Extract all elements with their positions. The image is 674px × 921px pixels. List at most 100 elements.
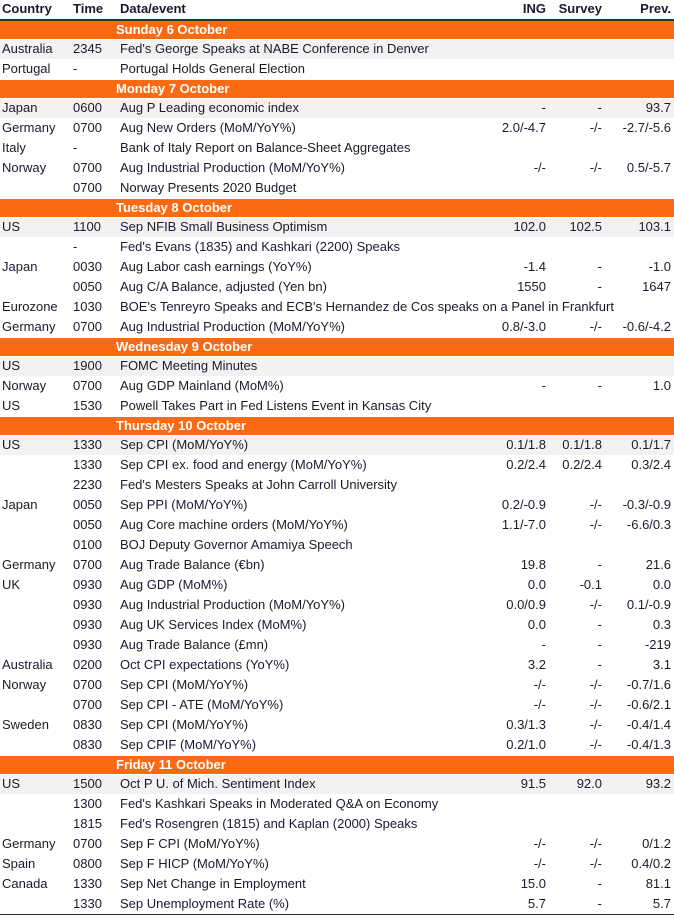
cell-ing: -/- [491,158,549,178]
cell-time: 1330 [72,435,116,455]
table-row: Japan 0050 Sep PPI (MoM/YoY%) 0.2/-0.9 -/- -0… [0,495,674,515]
cell-ing: - [491,376,549,396]
cell-country: Germany [0,317,72,337]
cell-time: 1300 [72,794,116,814]
cell-ing: 102.0 [491,217,549,237]
cell-event: Aug Labor cash earnings (YoY%) [116,257,491,277]
day-header-row: Friday 11 October [0,754,674,775]
table-row: Italy - Bank of Italy Report on Balance-Sh… [0,138,674,158]
cell-country: Norway [0,158,72,178]
cell-time: 1100 [72,217,116,237]
cell-survey: - [549,874,605,894]
cell-survey: -0.1 [549,575,605,595]
cell-ing: -/- [491,854,549,874]
cell-event: Fed's Evans (1835) and Kashkari (2200) S… [116,237,491,257]
cell-country: US [0,396,72,416]
cell-ing: 19.8 [491,555,549,575]
cell-country [0,695,72,715]
table-row: Portugal - Portugal Holds General Election [0,59,674,79]
table-row: UK 0930 Aug GDP (MoM%) 0.0 -0.1 0.0 [0,575,674,595]
cell-prev: -0.6/2.1 [605,695,674,715]
cell-survey [549,814,605,834]
cell-event: Sep CPI (MoM/YoY%) [116,715,491,735]
cell-time: 0930 [72,615,116,635]
cell-country: Australia [0,655,72,675]
cell-event: Norway Presents 2020 Budget [116,178,491,198]
cell-prev [605,297,674,317]
table-row: Germany 0700 Sep F CPI (MoM/YoY%) -/- -/- 0/1… [0,834,674,854]
cell-survey: 92.0 [549,774,605,794]
cell-prev [605,59,674,79]
table-row: 0830 Sep CPIF (MoM/YoY%) 0.2/1.0 -/- -0.4/1.… [0,735,674,755]
cell-event: BOJ Deputy Governor Amamiya Speech [116,535,491,555]
cell-prev: 0.0 [605,575,674,595]
cell-event: Aug UK Services Index (MoM%) [116,615,491,635]
cell-prev: 93.2 [605,774,674,794]
cell-country [0,735,72,755]
cell-time: 0700 [72,317,116,337]
cell-event: Fed's Mesters Speaks at John Carroll Uni… [116,475,491,495]
cell-event: Fed's George Speaks at NABE Conference i… [116,39,491,59]
cell-time: 0830 [72,735,116,755]
cell-prev [605,794,674,814]
cell-country [0,178,72,198]
cell-event: Aug Industrial Production (MoM/YoY%) [116,158,491,178]
table-row: US 1530 Powell Takes Part in Fed Listens E… [0,396,674,416]
cell-country: Italy [0,138,72,158]
cell-prev: 81.1 [605,874,674,894]
cell-time: 1330 [72,894,116,915]
cell-event: Powell Takes Part in Fed Listens Event i… [116,396,491,416]
cell-prev: 0.4/0.2 [605,854,674,874]
cell-time: 0800 [72,854,116,874]
cell-survey [549,475,605,495]
cell-ing: 0.1/1.8 [491,435,549,455]
cell-ing: -/- [491,675,549,695]
cell-time: 0700 [72,118,116,138]
cell-ing: - [491,98,549,118]
table-row: US 1500 Oct P U. of Mich. Sentiment Index 9… [0,774,674,794]
table-row: 1330 Sep CPI ex. food and energy (MoM/YoY… [0,455,674,475]
table-row: 0700 Sep CPI - ATE (MoM/YoY%) -/- -/- -0.6/2… [0,695,674,715]
cell-country: Norway [0,675,72,695]
cell-survey [549,356,605,376]
table-row: Canada 1330 Sep Net Change in Employment 15… [0,874,674,894]
cell-ing [491,356,549,376]
cell-ing: 0.3/1.3 [491,715,549,735]
table-row: 0930 Aug Trade Balance (£mn) - - -219 [0,635,674,655]
cell-time: 0930 [72,575,116,595]
column-header-ing: ING [491,0,549,21]
header-row: Country Time Data/event ING Survey Prev. [0,0,674,21]
day-header-bar: Tuesday 8 October [0,197,674,218]
cell-country: US [0,217,72,237]
table-header: Country Time Data/event ING Survey Prev. [0,0,674,21]
cell-event: Bank of Italy Report on Balance-Sheet Ag… [116,138,491,158]
cell-time: - [72,59,116,79]
cell-survey [549,59,605,79]
cell-survey: - [549,894,605,915]
cell-survey: - [549,376,605,396]
cell-ing: 1.1/-7.0 [491,515,549,535]
cell-survey: -/- [549,495,605,515]
table-row: 0050 Aug C/A Balance, adjusted (Yen bn) 15… [0,277,674,297]
cell-time: - [72,237,116,257]
cell-event: Aug GDP (MoM%) [116,575,491,595]
cell-time: 0930 [72,635,116,655]
cell-country: Eurozone [0,297,72,317]
cell-country: Germany [0,555,72,575]
cell-survey: -/- [549,735,605,755]
cell-prev: -0.7/1.6 [605,675,674,695]
day-header-bar: Friday 11 October [0,754,674,775]
table-row: 0100 BOJ Deputy Governor Amamiya Speech [0,535,674,555]
cell-survey: -/- [549,317,605,337]
cell-survey: -/- [549,675,605,695]
cell-event: Sep F HICP (MoM/YoY%) [116,854,491,874]
table-row: Germany 0700 Aug Trade Balance (€bn) 19.8-2… [0,555,674,575]
cell-survey [549,39,605,59]
cell-ing: 0.0 [491,575,549,595]
cell-time: 0930 [72,595,116,615]
cell-country [0,814,72,834]
table-row: 0700 Norway Presents 2020 Budget [0,178,674,198]
cell-survey [549,178,605,198]
table-row: Germany 0700 Aug Industrial Production (Mo… [0,317,674,337]
table-row: Norway 0700 Aug GDP Mainland (MoM%) - -1.0 [0,376,674,396]
